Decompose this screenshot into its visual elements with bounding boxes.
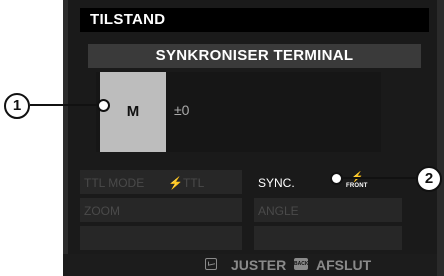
- page-title: TILSTAND: [90, 11, 166, 28]
- section-header: SYNKRONISER TERMINAL: [88, 44, 421, 68]
- screen-frame-right: [437, 0, 444, 276]
- adjust-icon: [205, 258, 217, 270]
- zoom-row: ZOOM: [80, 198, 242, 222]
- callout-1: 1: [4, 93, 30, 119]
- flash-mode-panel[interactable]: M ±0: [96, 72, 381, 152]
- angle-row: ANGLE: [254, 198, 402, 222]
- ttl-mode-row: TTL MODE ⚡TTL: [80, 170, 242, 194]
- zoom-label: ZOOM: [84, 204, 120, 218]
- sync-label: SYNC.: [258, 176, 295, 190]
- screen-frame-left: [63, 0, 68, 276]
- empty-row-left: [80, 226, 242, 250]
- mode-selector[interactable]: M: [100, 72, 166, 152]
- callout-1-line: [30, 104, 103, 106]
- flash-compensation-value: ±0: [174, 102, 190, 118]
- footer-bar: JUSTER BACK AFSLUT: [63, 254, 437, 276]
- mode-label: M: [126, 103, 140, 120]
- callout-2-line: [336, 177, 420, 179]
- exit-label: AFSLUT: [316, 257, 372, 273]
- ttl-mode-value: ⚡TTL: [168, 176, 205, 190]
- back-icon: BACK: [294, 258, 308, 270]
- callout-2: 2: [416, 166, 442, 192]
- sync-value: FRONT: [346, 183, 368, 189]
- title-bar: TILSTAND: [80, 8, 429, 32]
- callout-2-dot: [330, 172, 343, 185]
- adjust-label: JUSTER: [231, 257, 287, 273]
- sync-row[interactable]: SYNC. ⚡ FRONT: [254, 170, 402, 194]
- empty-row-right: [254, 226, 402, 250]
- angle-label: ANGLE: [258, 204, 299, 218]
- ttl-mode-label: TTL MODE: [84, 176, 145, 190]
- callout-1-dot: [97, 99, 110, 112]
